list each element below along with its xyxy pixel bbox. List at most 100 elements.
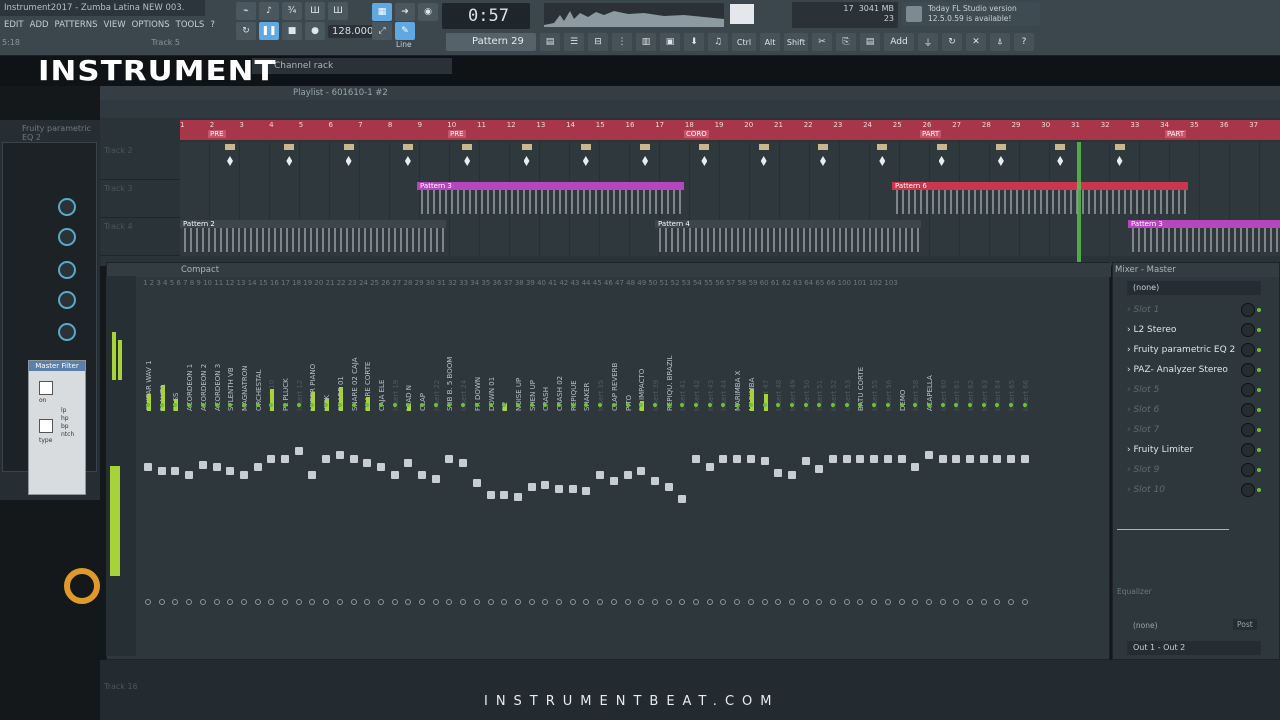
volume-fader[interactable]: [555, 485, 563, 493]
sidechain-select[interactable]: (none): [1133, 621, 1158, 630]
audio-clip[interactable]: [936, 144, 947, 176]
pan-knob[interactable]: [405, 599, 412, 605]
mute-toggle[interactable]: [968, 403, 972, 407]
help-icon[interactable]: ?: [1014, 33, 1034, 51]
wait-icon[interactable]: Ш: [328, 2, 348, 20]
pan-knob[interactable]: [898, 599, 905, 605]
effect-slot[interactable]: › Fruity parametric EQ 2: [1119, 341, 1259, 359]
mixer-channel-name[interactable]: LEAD N: [405, 301, 415, 411]
pan-knob[interactable]: [747, 599, 754, 605]
pan-knob[interactable]: [350, 599, 357, 605]
grid-icon[interactable]: ▤: [540, 33, 560, 51]
pan-knob[interactable]: [734, 599, 741, 605]
volume-fader[interactable]: [472, 479, 481, 487]
filter-mode-ntch[interactable]: ntch: [61, 431, 74, 439]
slot-mix-knob[interactable]: [1241, 343, 1255, 357]
effect-slot[interactable]: › L2 Stereo: [1119, 321, 1259, 339]
pan-knob[interactable]: [391, 599, 398, 605]
audio-clip[interactable]: [640, 144, 651, 176]
loop-icon[interactable]: ↻: [236, 22, 256, 40]
pattern-clip[interactable]: Pattern 2: [180, 220, 446, 252]
slot-enable-toggle[interactable]: [1257, 408, 1261, 412]
slot-enable-toggle[interactable]: [1257, 328, 1261, 332]
pan-knob[interactable]: [857, 599, 864, 605]
volume-fader[interactable]: [390, 471, 399, 479]
mute-toggle[interactable]: [694, 403, 698, 407]
playlist-icon[interactable]: ◉: [418, 3, 438, 21]
volume-fader[interactable]: [500, 491, 509, 499]
pan-knob[interactable]: [268, 599, 275, 605]
volume-fader[interactable]: [541, 481, 550, 489]
mute-toggle[interactable]: [899, 403, 904, 407]
volume-fader[interactable]: [979, 455, 988, 463]
mixer-channel-name[interactable]: SHAKER: [583, 301, 593, 411]
mute-toggle[interactable]: [885, 403, 890, 407]
volume-fader[interactable]: [678, 495, 687, 503]
slot-enable-toggle[interactable]: [1257, 308, 1261, 312]
mixer-channel-name[interactable]: Insert 24: [460, 301, 470, 411]
audio-clip[interactable]: [699, 144, 710, 176]
mute-toggle[interactable]: [926, 403, 931, 407]
effect-slot[interactable]: › Slot 1: [1119, 301, 1259, 319]
mixer-channel-name[interactable]: R2: [501, 301, 511, 411]
timeline-marker[interactable]: PART: [1165, 130, 1187, 138]
mixer-channel-name[interactable]: Insert 63: [981, 301, 991, 411]
mute-toggle[interactable]: [803, 403, 808, 407]
effect-slot[interactable]: › Fruity Limiter: [1119, 441, 1259, 459]
mute-toggle[interactable]: [570, 403, 575, 407]
mixer-channel-name[interactable]: Insert 35: [597, 301, 607, 411]
mixer-layout-label[interactable]: Compact: [107, 263, 1111, 277]
mute-toggle[interactable]: [611, 403, 616, 407]
effect-slot[interactable]: › PAZ- Analyzer Stereo: [1119, 361, 1259, 379]
mixer-channel-name[interactable]: Insert 53: [844, 301, 854, 411]
audio-clip[interactable]: [758, 144, 769, 176]
mixer-channel-name[interactable]: ORCHESTAL: [255, 301, 265, 411]
volume-fader[interactable]: [705, 463, 714, 471]
mixer-channel-name[interactable]: NOISE UP: [515, 301, 525, 411]
pan-knob[interactable]: [638, 599, 645, 605]
volume-fader[interactable]: [253, 463, 262, 471]
mute-toggle[interactable]: [146, 403, 150, 407]
volume-fader[interactable]: [774, 469, 783, 477]
volume-fader[interactable]: [308, 471, 317, 479]
volume-fader[interactable]: [335, 451, 344, 459]
volume-fader[interactable]: [650, 477, 659, 485]
pan-knob[interactable]: [501, 599, 508, 605]
mixer-channel-name[interactable]: MAGNATRON: [241, 301, 251, 412]
pan-knob[interactable]: [720, 599, 727, 605]
knob-4[interactable]: [58, 291, 76, 309]
pan-knob[interactable]: [364, 599, 371, 605]
arrow-icon[interactable]: ➜: [395, 3, 415, 21]
line-mode[interactable]: Line: [396, 40, 412, 49]
pause-button[interactable]: ❚❚: [259, 22, 279, 40]
plugin-icon[interactable]: ▥: [636, 33, 656, 51]
mixer-channel-name[interactable]: REPIQU. BRAZIL: [666, 301, 676, 411]
knob-5[interactable]: [58, 323, 76, 341]
audio-clip[interactable]: [284, 144, 295, 176]
mute-toggle[interactable]: [378, 403, 383, 407]
mute-toggle[interactable]: [625, 403, 630, 407]
mixer-channel-name[interactable]: Insert 62: [967, 301, 977, 411]
pan-knob[interactable]: [336, 599, 343, 605]
volume-fader[interactable]: [596, 471, 605, 479]
mixer-channel-name[interactable]: BASS: [172, 301, 182, 411]
pattern-clip[interactable]: Pattern 6: [892, 182, 1188, 214]
mixer-channel-name[interactable]: Insert 60: [940, 301, 950, 411]
pencil-icon[interactable]: ✎: [395, 22, 415, 40]
pan-knob[interactable]: [514, 599, 521, 605]
mixer-channel-name[interactable]: DEMO: [899, 301, 909, 411]
effect-slot[interactable]: › Slot 9: [1119, 461, 1259, 479]
mute-toggle[interactable]: [981, 403, 986, 407]
mixer-channel-name[interactable]: SYLENTH VB: [227, 301, 237, 411]
mixer-channel-name[interactable]: Insert 51: [816, 301, 826, 411]
volume-fader[interactable]: [418, 471, 426, 479]
pan-knob[interactable]: [419, 599, 425, 605]
mute-toggle[interactable]: [844, 403, 849, 407]
pan-knob[interactable]: [282, 599, 288, 605]
volume-fader[interactable]: [582, 487, 591, 495]
piano-roll-icon[interactable]: ▦: [372, 3, 392, 21]
pattern-selector[interactable]: Pattern 29: [446, 33, 536, 51]
save-icon[interactable]: ▣: [660, 33, 680, 51]
mute-toggle[interactable]: [707, 403, 712, 407]
mixer-channel-name[interactable]: DOWN 01: [488, 301, 498, 411]
